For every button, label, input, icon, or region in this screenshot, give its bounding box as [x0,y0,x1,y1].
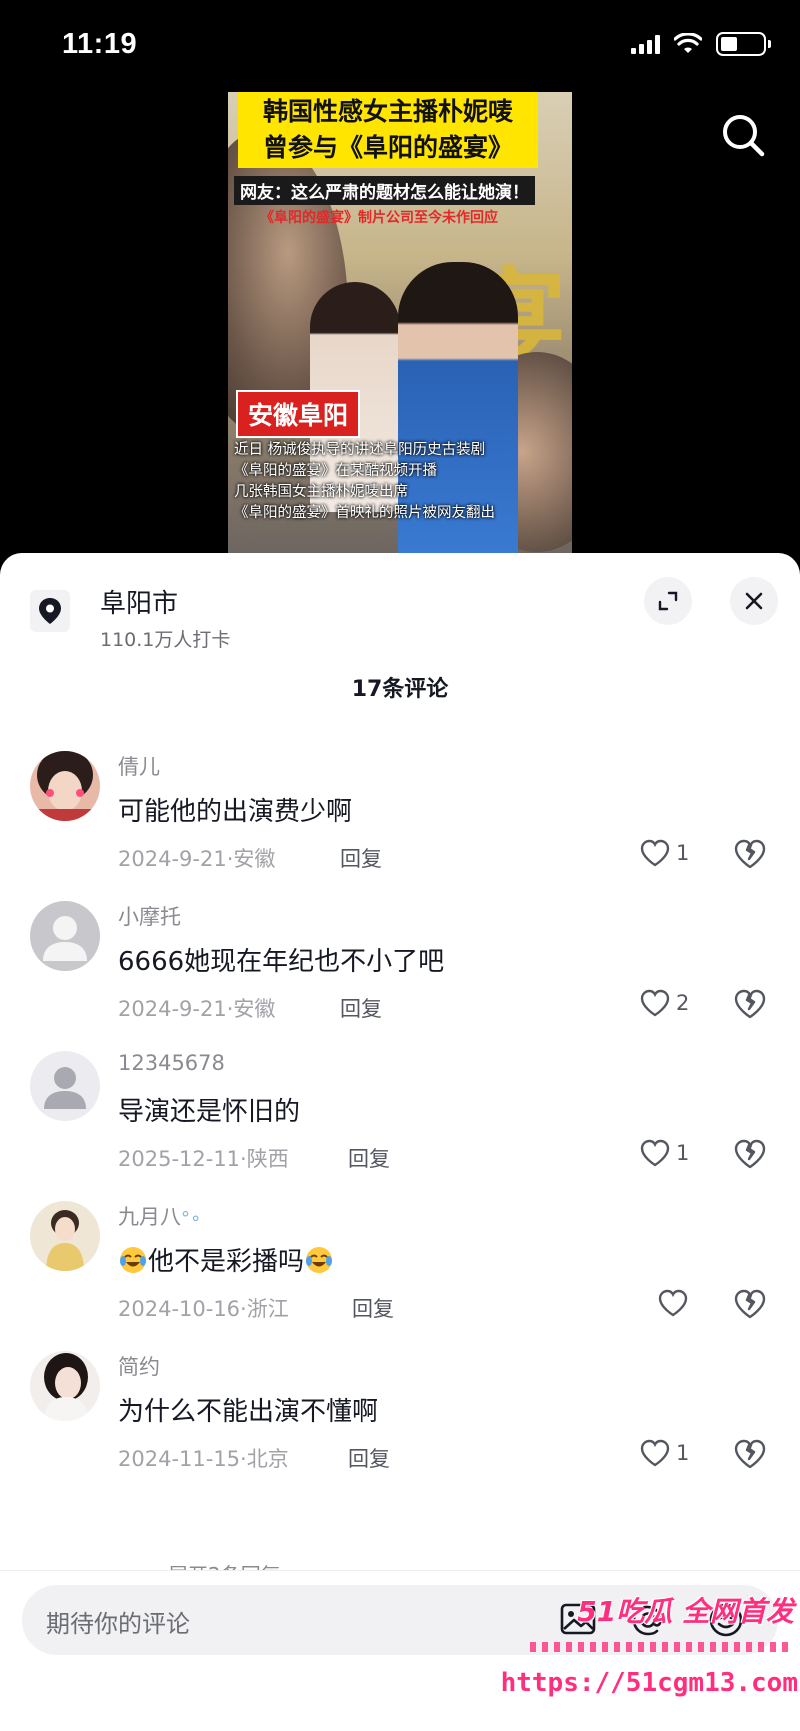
expand-icon [658,591,678,611]
video-subtitle-1: 网友：这么严肃的题材怎么能让她演！ [234,176,535,205]
like-count: 1 [676,841,690,865]
comment-text: 为什么不能出演不懂啊 [118,1397,379,1427]
broken-heart-icon[interactable] [734,1439,766,1469]
comment-item: 小摩托 6666她现在年纪也不小了吧 2024-9-21·安徽 回复 2 [0,901,800,1051]
video-subtitle-2: 《阜阳的盛宴》制片公司至今未作回应 [260,210,498,226]
watermark-url: https://51cgm13.com [500,1668,798,1698]
location-pin-icon [30,590,70,632]
reply-button[interactable]: 回复 [348,1143,390,1173]
like-button[interactable]: 1 [640,1439,689,1467]
video-title-line1: 韩国性感女主播朴妮唛 [262,97,513,126]
video-location-tag: 安徽阜阳 [236,390,361,438]
like-button[interactable] [658,1289,694,1317]
video-title-line2: 曾参与《阜阳的盛宴》 [262,133,513,162]
watermark-brand: 51吃瓜 全网首发 [577,1595,794,1628]
avatar[interactable] [30,751,100,821]
heart-icon [640,1439,670,1467]
comment-count: 17条评论 [351,677,449,702]
bubbles-icon: °∘ [181,1208,202,1229]
comment-region: 陕西 [246,1147,289,1171]
comment-text: 他不是彩播吗 [118,1241,334,1278]
avatar[interactable] [30,901,100,971]
comment-username[interactable]: 九月八°∘ [118,1201,201,1231]
heart-icon [640,989,670,1017]
comment-date: 2024-9-21 [118,997,227,1021]
video-caption-line: 近日 杨诚俊执导的讲述阜阳历史古装剧 [234,442,486,458]
video-caption-line: 《阜阳的盛宴》在某酷视频开播 [234,463,437,479]
comment-username-text: 九月八 [118,1205,181,1229]
comment-meta: 2024-9-21·安徽 [118,993,275,1023]
video-frame[interactable]: 宴 韩国性感女主播朴妮唛 曾参与《阜阳的盛宴》 网友：这么严肃的题材怎么能让她演… [228,92,572,560]
like-count: 1 [676,1441,690,1465]
like-button[interactable]: 1 [640,1139,689,1167]
comment-text: 6666她现在年纪也不小了吧 [118,947,445,977]
video-caption: 近日 杨诚俊执导的讲述阜阳历史古装剧 《阜阳的盛宴》在某酷视频开播 几张韩国女主… [234,440,568,524]
comment-username[interactable]: 倩儿 [118,751,160,781]
comment-username[interactable]: 简约 [118,1351,160,1381]
location-name[interactable]: 阜阳市 [100,583,178,620]
heart-icon [658,1289,688,1317]
reply-button[interactable]: 回复 [340,993,382,1023]
comment-date: 2025-12-11 [118,1147,241,1171]
comment-separator: · [240,1447,247,1471]
comment-text: 可能他的出演费少啊 [118,797,353,827]
comment-region: 北京 [246,1447,289,1471]
like-button[interactable]: 1 [640,839,689,867]
avatar[interactable] [30,1051,100,1121]
comment-item: 九月八°∘ 他不是彩播吗 2024-10-16·浙江 回复 [0,1201,800,1351]
comment-meta: 2024-11-15·北京 [118,1443,289,1473]
comment-username[interactable]: 小摩托 [118,901,181,931]
broken-heart-icon[interactable] [734,1139,766,1169]
reply-button[interactable]: 回复 [340,843,382,873]
comment-username[interactable]: 12345678 [118,1051,225,1075]
comment-separator: · [240,1297,247,1321]
crying-laughing-emoji-icon [120,1247,146,1273]
comment-item: 简约 为什么不能出演不懂啊 2024-11-15·北京 回复 1 [0,1351,800,1501]
comment-meta: 2024-9-21·安徽 [118,843,275,873]
avatar[interactable] [30,1351,100,1421]
checkin-count: 110.1万人打卡 [100,629,231,651]
comment-item: 12345678 导演还是怀旧的 2025-12-11·陕西 回复 1 [0,1051,800,1201]
like-count: 1 [676,1141,690,1165]
video-caption-line: 几张韩国女主播朴妮唛出席 [234,484,408,500]
broken-heart-icon[interactable] [734,839,766,869]
close-icon [745,592,763,610]
heart-icon [640,839,670,867]
expand-button[interactable] [644,577,692,625]
broken-heart-icon[interactable] [734,989,766,1019]
comment-date: 2024-9-21 [118,847,227,871]
search-icon[interactable] [716,108,772,164]
comment-region: 安徽 [233,847,276,871]
broken-heart-icon[interactable] [734,1289,766,1319]
heart-icon [640,1139,670,1167]
like-count: 2 [676,991,690,1015]
crying-laughing-emoji-icon [306,1247,333,1273]
reply-button[interactable]: 回复 [352,1293,394,1323]
comment-sheet: 阜阳市 110.1万人打卡 17条评论 倩儿 可能他的出演费少啊 2024-9-… [0,553,800,1731]
comment-input-placeholder: 期待你的评论 [46,1610,190,1638]
comment-separator: · [240,1147,247,1171]
video-title: 韩国性感女主播朴妮唛 曾参与《阜阳的盛宴》 [238,92,538,168]
video-subtitle: 网友：这么严肃的题材怎么能让她演！ 《阜阳的盛宴》制片公司至今未作回应 [228,172,572,231]
like-button[interactable]: 2 [640,989,689,1017]
reply-button[interactable]: 回复 [348,1443,390,1473]
video-caption-line: 《阜阳的盛宴》首映礼的照片被网友翻出 [234,505,495,521]
comment-item: 倩儿 可能他的出演费少啊 2024-9-21·安徽 回复 1 [0,751,800,901]
comment-date: 2024-10-16 [118,1297,241,1321]
watermark: 51吃瓜 全网首发 https://51cgm13.com [500,1590,800,1731]
comment-region: 安徽 [233,997,276,1021]
comment-meta: 2025-12-11·陕西 [118,1143,289,1173]
comment-text: 导演还是怀旧的 [118,1097,301,1127]
close-button[interactable] [730,577,778,625]
watermark-divider [530,1642,790,1652]
comment-text-body: 他不是彩播吗 [148,1247,305,1277]
comment-date: 2024-11-15 [118,1447,241,1471]
video-player[interactable]: 宴 韩国性感女主播朴妮唛 曾参与《阜阳的盛宴》 网友：这么严肃的题材怎么能让她演… [0,0,800,560]
avatar[interactable] [30,1201,100,1271]
comment-region: 浙江 [246,1297,289,1321]
comment-meta: 2024-10-16·浙江 [118,1293,289,1323]
